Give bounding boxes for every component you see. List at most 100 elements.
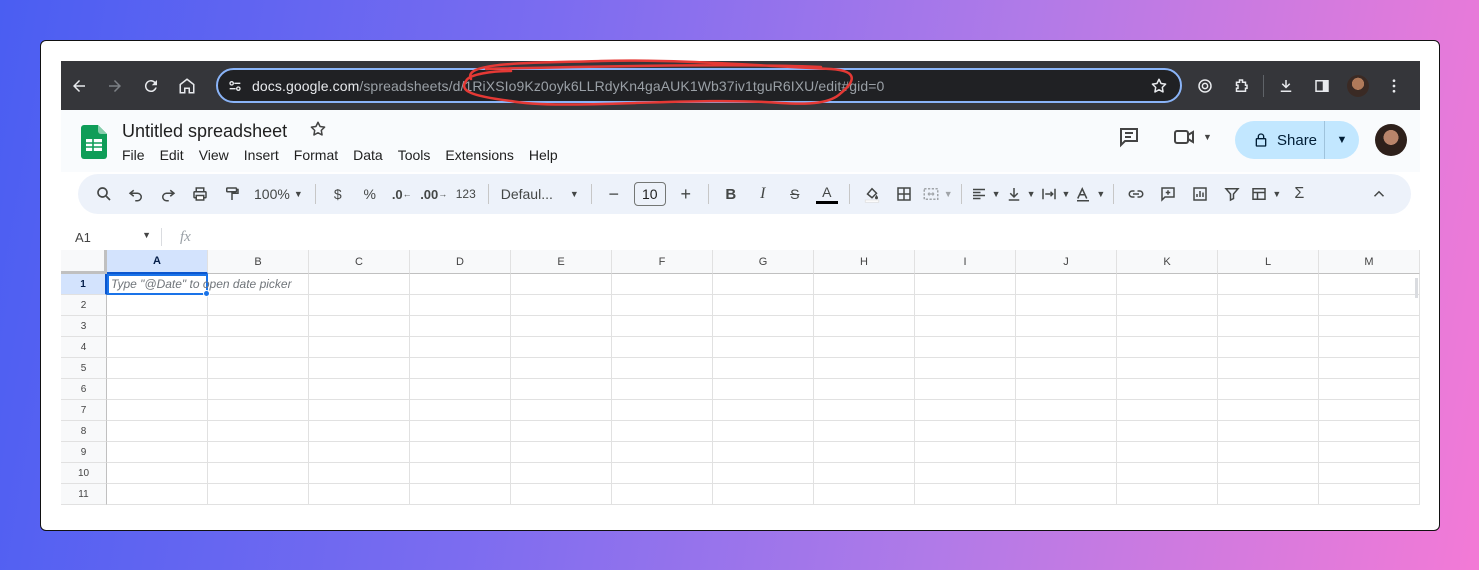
grid-cell[interactable] xyxy=(107,337,208,358)
grid-cell[interactable] xyxy=(1218,463,1319,484)
strikethrough-button[interactable]: S xyxy=(781,180,809,208)
text-color-button[interactable]: A xyxy=(813,180,841,208)
grid-cell[interactable] xyxy=(915,379,1016,400)
grid-cell[interactable] xyxy=(1218,295,1319,316)
grid-cell[interactable] xyxy=(1117,358,1218,379)
grid-cell[interactable] xyxy=(107,484,208,505)
grid-cell[interactable] xyxy=(612,442,713,463)
row-header-4[interactable]: 4 xyxy=(61,337,107,358)
grid-cell[interactable] xyxy=(1218,358,1319,379)
grid-cell[interactable] xyxy=(511,295,612,316)
grid-cell[interactable] xyxy=(713,316,814,337)
grid-cell[interactable] xyxy=(309,463,410,484)
grid-cell[interactable] xyxy=(511,400,612,421)
grid-cell[interactable] xyxy=(208,484,309,505)
grid-cell[interactable] xyxy=(612,421,713,442)
increase-font-size-icon[interactable]: + xyxy=(672,180,700,208)
grid-cell[interactable] xyxy=(1319,316,1420,337)
grid-cell[interactable] xyxy=(410,379,511,400)
grid-cell[interactable] xyxy=(309,337,410,358)
extensions-puzzle-icon[interactable] xyxy=(1223,68,1259,104)
grid-cell[interactable] xyxy=(915,442,1016,463)
grid-cell[interactable] xyxy=(511,442,612,463)
column-header-k[interactable]: K xyxy=(1117,250,1218,274)
grid-cell[interactable] xyxy=(107,463,208,484)
grid-cell[interactable] xyxy=(208,421,309,442)
grid-cell[interactable] xyxy=(1319,421,1420,442)
insert-link-icon[interactable] xyxy=(1122,180,1150,208)
vertical-align-icon[interactable]: ▼ xyxy=(1005,180,1036,208)
column-header-j[interactable]: J xyxy=(1016,250,1117,274)
grid-cell[interactable] xyxy=(410,358,511,379)
download-icon[interactable] xyxy=(1268,68,1304,104)
grid-cell[interactable] xyxy=(1117,421,1218,442)
grid-cell[interactable] xyxy=(511,337,612,358)
row-header-11[interactable]: 11 xyxy=(61,484,107,505)
name-box[interactable]: A1 ▼ xyxy=(61,230,161,245)
grid-cell[interactable] xyxy=(208,463,309,484)
grid-cell[interactable] xyxy=(915,358,1016,379)
grid-cell[interactable] xyxy=(511,463,612,484)
increase-decimal-button[interactable]: .00 → xyxy=(420,180,448,208)
zoom-select[interactable]: 100% ▼ xyxy=(250,180,307,208)
grid-cell[interactable] xyxy=(309,358,410,379)
grid-cell[interactable] xyxy=(612,400,713,421)
grid-cell[interactable] xyxy=(309,421,410,442)
grid-cell[interactable] xyxy=(1117,379,1218,400)
side-panel-icon[interactable] xyxy=(1304,68,1340,104)
column-header-m[interactable]: M xyxy=(1319,250,1420,274)
grid-cell[interactable] xyxy=(107,442,208,463)
font-size-input[interactable]: 10 xyxy=(633,182,666,206)
grid-cell[interactable] xyxy=(814,274,915,295)
paint-format-icon[interactable] xyxy=(218,180,246,208)
grid-cell[interactable] xyxy=(713,295,814,316)
menu-tools[interactable]: Tools xyxy=(398,147,431,163)
vertical-scrollbar[interactable] xyxy=(1415,278,1418,298)
grid-cell[interactable] xyxy=(1117,484,1218,505)
grid-cell[interactable] xyxy=(410,484,511,505)
grid-cell[interactable] xyxy=(208,358,309,379)
grid-cell[interactable] xyxy=(1117,295,1218,316)
grid-cell[interactable] xyxy=(1016,463,1117,484)
row-header-2[interactable]: 2 xyxy=(61,295,107,316)
grid-cell[interactable] xyxy=(612,274,713,295)
grid-cell[interactable] xyxy=(107,400,208,421)
percent-format-button[interactable]: % xyxy=(356,180,384,208)
grid-cell[interactable] xyxy=(1016,442,1117,463)
row-header-10[interactable]: 10 xyxy=(61,463,107,484)
grid-cell[interactable] xyxy=(1319,400,1420,421)
grid-cell[interactable] xyxy=(511,421,612,442)
document-title[interactable]: Untitled spreadsheet xyxy=(122,121,287,142)
site-settings-icon[interactable] xyxy=(218,78,252,94)
grid-cell[interactable] xyxy=(1218,421,1319,442)
grid-cell[interactable] xyxy=(1117,316,1218,337)
grid-cell[interactable] xyxy=(1218,442,1319,463)
collapse-toolbar-icon[interactable] xyxy=(1365,180,1393,208)
grid-cell[interactable] xyxy=(1016,337,1117,358)
grid-cell[interactable] xyxy=(1319,463,1420,484)
grid-cell[interactable] xyxy=(814,421,915,442)
user-avatar[interactable] xyxy=(1375,124,1407,156)
grid-cell[interactable] xyxy=(1319,274,1420,295)
sheets-logo-icon[interactable] xyxy=(81,125,107,164)
grid-cell[interactable] xyxy=(612,379,713,400)
insert-comment-icon[interactable] xyxy=(1154,180,1182,208)
row-header-6[interactable]: 6 xyxy=(61,379,107,400)
grid-cell[interactable] xyxy=(1117,400,1218,421)
grid-cell[interactable] xyxy=(713,274,814,295)
row-header-8[interactable]: 8 xyxy=(61,421,107,442)
grid-cell[interactable] xyxy=(107,421,208,442)
grid-cell[interactable] xyxy=(814,295,915,316)
grid-cell[interactable] xyxy=(1117,463,1218,484)
insert-chart-icon[interactable] xyxy=(1186,180,1214,208)
decrease-font-size-icon[interactable]: − xyxy=(600,180,628,208)
grid-cell[interactable] xyxy=(208,316,309,337)
grid-cell[interactable] xyxy=(713,400,814,421)
grid-cell[interactable] xyxy=(208,442,309,463)
grid-cell[interactable] xyxy=(1016,379,1117,400)
grid-cell[interactable] xyxy=(915,274,1016,295)
redo-icon[interactable] xyxy=(154,180,182,208)
grid-cell[interactable] xyxy=(1218,337,1319,358)
font-select[interactable]: Defaul... ▼ xyxy=(497,180,583,208)
decrease-decimal-button[interactable]: .0 ← xyxy=(388,180,416,208)
